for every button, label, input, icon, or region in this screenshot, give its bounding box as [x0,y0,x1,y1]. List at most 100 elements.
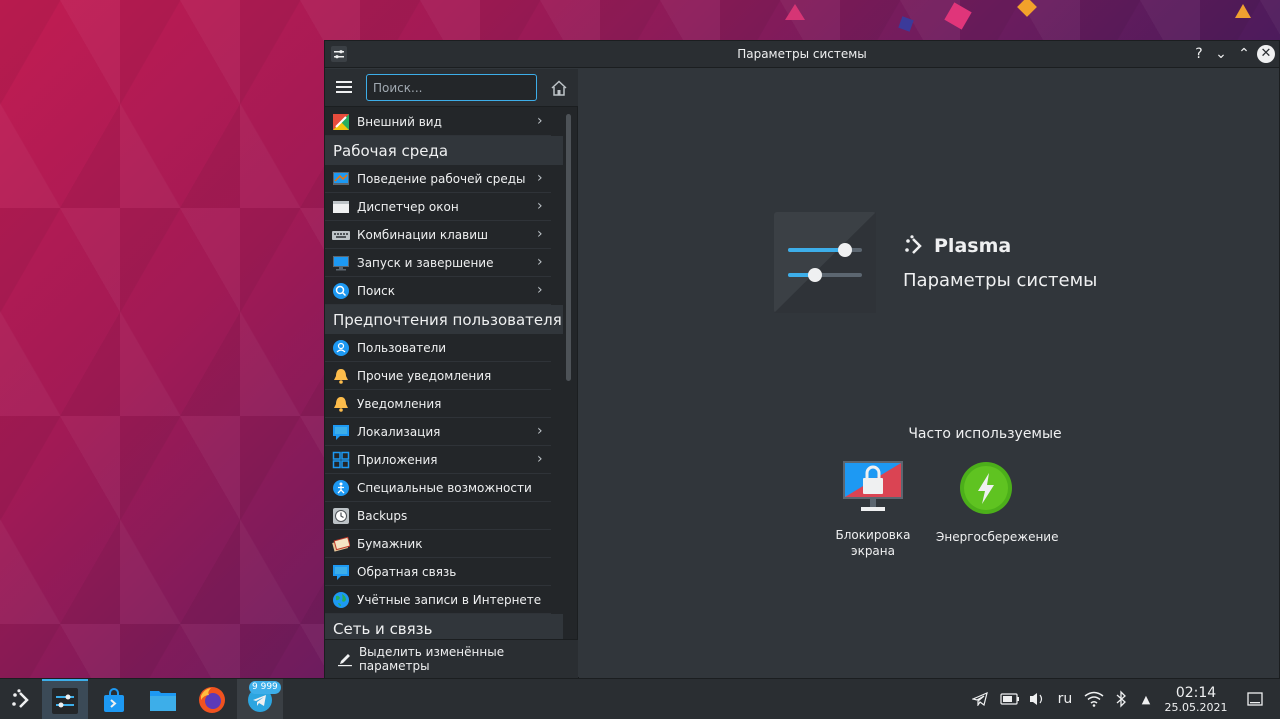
sidebar-item-startup[interactable]: Запуск и завершение › [325,249,551,277]
wallpaper-decoration [1235,4,1251,18]
system-settings-app-icon [52,687,78,714]
bluetooth-icon[interactable] [1113,689,1129,709]
window-titlebar[interactable]: Параметры системы ? ⌄ ⌃ ✕ [325,41,1279,68]
plasma-launcher-icon [12,688,29,708]
category-list: Внешний вид › Рабочая среда Поведение ра… [325,108,563,639]
frequently-used-title: Часто используемые [908,426,1062,442]
notification-badge: 9 999 [249,681,281,694]
sidebar-item-backups[interactable]: Backups [325,502,551,530]
section-header-workspace: Рабочая среда [325,136,563,165]
plasma-logo-icon [905,235,922,254]
maximize-button[interactable]: ⌃ [1234,44,1254,64]
sidebar-item-feedback[interactable]: Обратная связь [325,558,551,586]
sidebar-item-label: Прочие уведомления [357,368,492,383]
pen-icon [337,654,352,667]
system-settings-hero-icon [774,212,876,313]
frequent-item-power[interactable]: Энергосбережение [936,461,1059,545]
sidebar-item-label: Приложения [357,452,438,467]
sidebar-item-wallet[interactable]: Бумажник [325,530,551,558]
sidebar-item-users[interactable]: Пользователи [325,334,551,362]
hamburger-menu-icon[interactable] [336,81,352,94]
sidebar-item-search[interactable]: Поиск › [325,277,551,305]
digital-clock[interactable]: 02:14 25.05.2021 [1160,685,1232,714]
wifi-icon[interactable] [1084,689,1104,709]
sidebar-item-label: Пользователи [357,340,447,355]
volume-icon[interactable] [1028,689,1046,709]
window-manager-icon [332,198,350,216]
sidebar-item-label: Локализация [357,424,441,439]
telegram-tray-icon[interactable] [971,689,989,709]
backups-icon [332,507,350,525]
sidebar-item-localization[interactable]: Локализация › [325,418,551,446]
chevron-right-icon: › [537,113,543,129]
highlight-changes-label: Выделить изменённые параметры [358,645,505,673]
sidebar-scrollbar[interactable] [566,114,571,381]
bell-icon [332,395,350,413]
frequent-item-screen-lock[interactable]: Блокировка экрана [823,461,923,559]
workspace-behavior-icon [332,170,350,188]
sidebar-item-label: Поиск [357,283,396,298]
taskbar: 9 999 ru ▲ 02:14 25.05.2021 [0,678,1280,719]
power-icon [960,462,1012,514]
sidebar-item-label: Внешний вид [357,114,442,129]
sidebar-item-label: Обратная связь [357,564,457,579]
sidebar-item-appearance[interactable]: Внешний вид › [325,108,551,136]
sidebar-toolbar [325,69,578,107]
show-desktop-icon[interactable] [1246,689,1264,709]
close-button[interactable]: ✕ [1257,45,1275,63]
accessibility-icon [332,479,350,497]
bell-icon [332,367,350,385]
sidebar-item-label: Диспетчер окон [357,199,459,214]
sidebar-item-online-accounts[interactable]: Учётные записи в Интернете [325,586,551,614]
keyboard-icon [332,226,350,244]
frequent-item-label: Блокировка экрана [835,528,911,558]
firefox-icon [199,686,225,713]
sidebar-item-notifications[interactable]: Уведомления [325,390,551,418]
chevron-right-icon: › [537,423,543,439]
sidebar-item-label: Комбинации клавиш [357,227,489,242]
shopping-bag-icon [104,687,124,712]
highlight-changes-button[interactable]: Выделить изменённые параметры [325,639,578,678]
taskbar-system-settings[interactable] [42,679,88,719]
sidebar-item-shortcuts[interactable]: Комбинации клавиш › [325,221,551,249]
application-launcher[interactable] [0,679,46,719]
wallet-icon [332,535,350,553]
search-icon [332,282,350,300]
localization-icon [332,423,350,441]
applications-icon [332,451,350,469]
wallpaper-decoration [785,4,805,20]
chevron-right-icon: › [537,226,543,242]
minimize-button[interactable]: ⌄ [1211,44,1231,64]
show-hidden-icons-arrow[interactable]: ▲ [1138,689,1154,709]
sidebar-item-accessibility[interactable]: Специальные возможности [325,474,551,502]
sidebar-item-other-notifications[interactable]: Прочие уведомления [325,362,551,390]
taskbar-file-manager[interactable] [140,679,186,719]
sidebar-item-label: Специальные возможности [357,480,532,495]
chevron-right-icon: › [537,254,543,270]
feedback-icon [332,563,350,581]
users-icon [332,339,350,357]
system-settings-window: Параметры системы ? ⌄ ⌃ ✕ Внешний вид › … [324,40,1280,678]
section-header-user-preferences: Предпочтения пользователя [325,305,563,334]
home-icon[interactable] [550,79,568,97]
screen-lock-icon [843,461,903,511]
sidebar-item-label: Поведение рабочей среды [357,171,526,186]
sidebar-item-label: Запуск и завершение [357,255,494,270]
chevron-right-icon: › [537,451,543,467]
taskbar-discover[interactable] [91,679,137,719]
sidebar-item-workspace-behavior[interactable]: Поведение рабочей среды › [325,165,551,193]
frequent-item-label: Энергосбережение [936,530,1059,544]
sidebar: Внешний вид › Рабочая среда Поведение ра… [325,69,578,678]
search-input[interactable] [366,74,537,101]
startup-icon [332,254,350,272]
sidebar-item-window-manager[interactable]: Диспетчер окон › [325,193,551,221]
keyboard-layout-indicator[interactable]: ru [1055,689,1075,709]
help-button[interactable]: ? [1189,44,1209,64]
page-title: Параметры системы [903,270,1098,291]
sidebar-item-applications[interactable]: Приложения › [325,446,551,474]
globe-icon [332,591,350,609]
sidebar-item-label: Уведомления [357,396,442,411]
battery-icon[interactable] [1000,689,1020,709]
taskbar-firefox[interactable] [189,679,235,719]
chevron-right-icon: › [537,198,543,214]
